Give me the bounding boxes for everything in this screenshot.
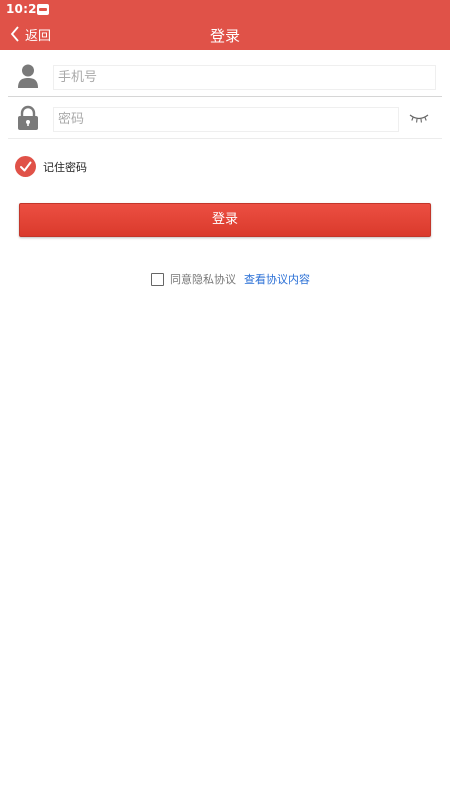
lock-icon: [18, 105, 38, 130]
agreement-checkbox[interactable]: [151, 272, 164, 286]
status-bar: 10:23: [0, 0, 450, 18]
user-icon: [18, 64, 38, 88]
login-button[interactable]: 登录: [19, 203, 431, 237]
eye-closed-icon[interactable]: [409, 111, 429, 125]
agreement-label: 同意隐私协议: [170, 273, 236, 286]
page-title: 登录: [209, 27, 240, 45]
view-agreement-link[interactable]: 查看协议内容: [244, 271, 310, 287]
agreement-row: 同意隐私协议 查看协议内容: [151, 271, 310, 287]
notification-icon: [37, 4, 49, 15]
check-circle-icon: [15, 156, 36, 177]
password-row: [8, 99, 442, 139]
nav-bar: 返回 登录: [0, 18, 450, 50]
remember-password-label: 记住密码: [43, 160, 87, 174]
phone-input[interactable]: [53, 65, 436, 90]
password-input[interactable]: [53, 107, 399, 132]
remember-password-toggle[interactable]: 记住密码: [15, 156, 87, 177]
phone-row: [8, 57, 442, 97]
